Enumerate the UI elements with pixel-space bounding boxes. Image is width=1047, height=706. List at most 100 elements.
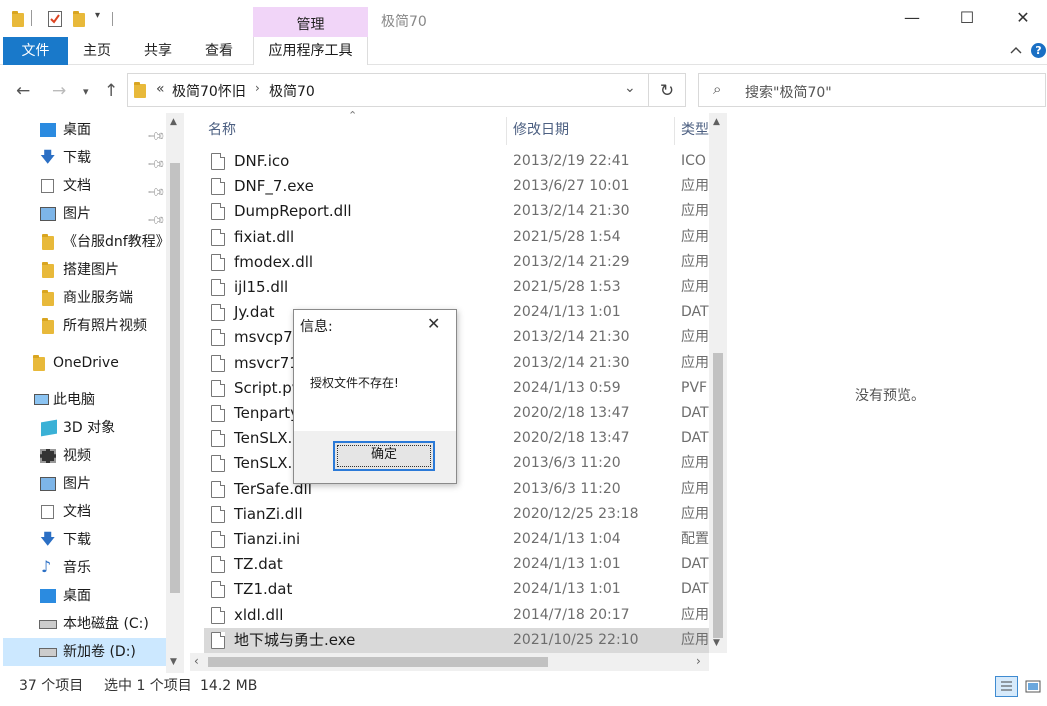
- details-view-button[interactable]: [995, 676, 1018, 697]
- nav-item-downloads[interactable]: 🡇 下载: [0, 526, 168, 554]
- scroll-up-icon[interactable]: ▲: [713, 117, 720, 127]
- file-icon: [211, 405, 225, 422]
- scroll-down-icon[interactable]: ▼: [170, 657, 177, 667]
- file-date: 2013/2/19 22:41: [513, 153, 630, 169]
- nav-item-desktop[interactable]: 桌面 📌︎: [0, 116, 168, 146]
- customize-toolbar-icon[interactable]: ▾: [95, 10, 100, 21]
- file-icon: [211, 632, 225, 649]
- nav-item-documents[interactable]: 文档: [0, 498, 168, 526]
- nav-scrollbar[interactable]: ▲ ▼: [166, 113, 184, 673]
- scroll-left-icon[interactable]: ‹: [194, 654, 199, 668]
- properties-icon[interactable]: [48, 11, 62, 27]
- file-row[interactable]: DNF.ico 2013/2/19 22:41 ICO: [204, 149, 709, 174]
- title-bar: ▾ 管理 极简70 — ☐ ✕: [0, 0, 1047, 37]
- nav-item-folder[interactable]: 搭建图片: [0, 256, 168, 284]
- nav-item-folder[interactable]: 商业服务端: [0, 284, 168, 312]
- nav-item-3d-objects[interactable]: 3D 对象: [0, 414, 168, 442]
- file-row[interactable]: DNF_7.exe 2013/6/27 10:01 应用: [204, 174, 709, 199]
- back-button[interactable]: ←: [16, 81, 30, 101]
- file-date: 2020/2/18 13:47: [513, 405, 630, 421]
- breadcrumb-separator-icon[interactable]: ›: [255, 81, 260, 95]
- file-row[interactable]: DumpReport.dll 2013/2/14 21:30 应用: [204, 199, 709, 224]
- file-row[interactable]: 地下城与勇士.exe 2021/10/25 22:10 应用: [204, 628, 709, 653]
- manage-tab[interactable]: 管理: [253, 14, 368, 34]
- search-box[interactable]: ⌕ 搜索"极简70": [698, 73, 1046, 107]
- column-divider[interactable]: [674, 117, 675, 145]
- file-row[interactable]: fixiat.dll 2021/5/28 1:54 应用: [204, 225, 709, 250]
- ok-button[interactable]: 确定: [333, 441, 435, 471]
- minimize-button[interactable]: —: [897, 8, 927, 30]
- column-header-name[interactable]: 名称: [208, 113, 236, 147]
- desktop-icon: [40, 123, 56, 137]
- tab-home[interactable]: 主页: [83, 37, 111, 65]
- refresh-button[interactable]: ↻: [649, 73, 686, 107]
- new-folder-icon[interactable]: [73, 11, 85, 27]
- close-button[interactable]: ✕: [1008, 8, 1038, 30]
- nav-item-videos[interactable]: 视频: [0, 442, 168, 470]
- nav-item-documents[interactable]: 文档 📌︎: [0, 172, 168, 202]
- file-list-hscrollbar[interactable]: ‹ ›: [190, 653, 709, 671]
- file-row[interactable]: TianZi.dll 2020/12/25 23:18 应用: [204, 502, 709, 527]
- tab-view[interactable]: 查看: [205, 37, 233, 65]
- recent-locations-icon[interactable]: ▾: [83, 85, 89, 98]
- address-bar[interactable]: « 极简70怀旧 › 极简70 ⌄: [127, 73, 649, 107]
- file-date: 2013/6/3 11:20: [513, 481, 621, 497]
- maximize-button[interactable]: ☐: [952, 8, 982, 30]
- nav-item-pictures[interactable]: 图片 📌︎: [0, 200, 168, 230]
- nav-item-folder[interactable]: 所有照片视频: [0, 312, 168, 340]
- breadcrumb-item[interactable]: 极简70: [269, 81, 315, 101]
- breadcrumb-item[interactable]: 极简70怀旧: [172, 81, 246, 101]
- scroll-down-icon[interactable]: ▼: [713, 638, 720, 648]
- folder-icon: [42, 234, 54, 250]
- file-name: Tenparty: [234, 404, 299, 422]
- file-icon: [211, 581, 225, 598]
- address-overflow[interactable]: «: [156, 81, 165, 97]
- nav-item-this-pc[interactable]: 此电脑: [0, 386, 168, 414]
- nav-item-music[interactable]: ♪ 音乐: [0, 554, 168, 582]
- file-row[interactable]: TZ.dat 2024/1/13 1:01 DAT: [204, 552, 709, 577]
- file-row[interactable]: TZ1.dat 2024/1/13 1:01 DAT: [204, 577, 709, 602]
- file-name: TenSLX.c: [234, 429, 301, 447]
- tab-share[interactable]: 共享: [144, 37, 172, 65]
- nav-item-folder[interactable]: 《台服dnf教程》: [0, 228, 170, 256]
- scroll-right-icon[interactable]: ›: [696, 654, 701, 668]
- file-date: 2024/1/13 0:59: [513, 380, 621, 396]
- search-input[interactable]: 搜索"极简70": [745, 82, 832, 102]
- nav-item-desktop[interactable]: 桌面: [0, 582, 168, 610]
- file-list-scrollbar[interactable]: ▲ ▼: [709, 113, 727, 653]
- column-header-date[interactable]: 修改日期: [513, 113, 569, 147]
- file-date: 2013/6/27 10:01: [513, 178, 630, 194]
- file-type: DAT: [681, 430, 709, 446]
- file-name: TianZi.dll: [234, 505, 303, 523]
- file-row[interactable]: xldl.dll 2014/7/18 20:17 应用: [204, 603, 709, 628]
- up-button[interactable]: ↑: [104, 81, 118, 101]
- file-name: msvcp71: [234, 328, 303, 346]
- file-row[interactable]: Tianzi.ini 2024/1/13 1:04 配置: [204, 527, 709, 552]
- tab-file[interactable]: 文件: [3, 37, 68, 65]
- file-icon: [211, 556, 225, 573]
- expand-ribbon-icon[interactable]: [1009, 44, 1023, 58]
- file-row[interactable]: fmodex.dll 2013/2/14 21:29 应用: [204, 250, 709, 275]
- status-bar: 37 个项目 选中 1 个项目 14.2 MB: [0, 673, 1047, 699]
- scroll-up-icon[interactable]: ▲: [170, 117, 177, 127]
- hscrollbar-thumb[interactable]: [208, 657, 548, 667]
- nav-item-downloads[interactable]: 🡇 下载 📌︎: [0, 144, 168, 174]
- chevron-down-icon[interactable]: ⌄: [624, 80, 636, 96]
- help-icon[interactable]: ?: [1031, 43, 1046, 58]
- column-divider[interactable]: [506, 117, 507, 145]
- forward-button[interactable]: →: [52, 81, 66, 101]
- column-header-type[interactable]: 类型: [681, 113, 709, 147]
- file-icon: [211, 506, 225, 523]
- dialog-close-button[interactable]: ✕: [427, 314, 440, 333]
- nav-item-onedrive[interactable]: OneDrive: [0, 349, 168, 377]
- tab-app-tools[interactable]: 应用程序工具: [253, 37, 368, 65]
- nav-item-drive-d[interactable]: 新加卷 (D:): [3, 638, 168, 666]
- nav-scrollbar-thumb[interactable]: [170, 163, 180, 593]
- nav-item-pictures[interactable]: 图片: [0, 470, 168, 498]
- onedrive-icon: [33, 355, 45, 371]
- file-date: 2021/5/28 1:54: [513, 229, 621, 245]
- file-row[interactable]: ijl15.dll 2021/5/28 1:53 应用: [204, 275, 709, 300]
- file-list-scrollbar-thumb[interactable]: [713, 353, 723, 638]
- large-icons-view-button[interactable]: [1022, 676, 1044, 697]
- nav-item-drive-c[interactable]: 本地磁盘 (C:): [0, 610, 168, 638]
